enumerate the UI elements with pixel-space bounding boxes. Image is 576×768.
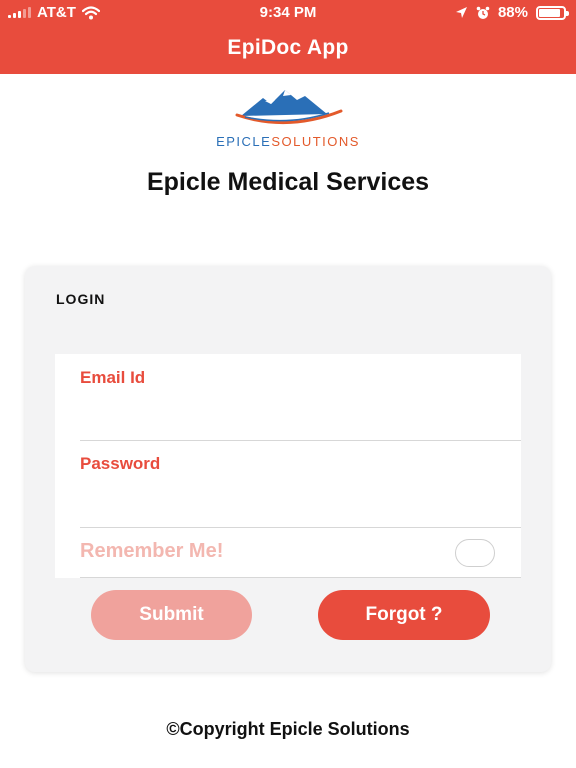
forgot-button[interactable]: Forgot ? — [318, 590, 490, 640]
battery-icon — [536, 5, 569, 20]
mountain-logo-icon — [235, 90, 343, 125]
login-card: LOGIN Email Id Password Remember Me! Sub… — [25, 266, 551, 672]
login-heading: LOGIN — [56, 291, 106, 307]
password-divider — [80, 527, 521, 528]
location-icon — [455, 7, 467, 18]
password-label: Password — [80, 454, 161, 473]
status-right: 88% — [455, 4, 569, 21]
company-title: Epicle Medical Services — [146, 168, 430, 196]
logo-text-solutions: SOLUTIONS — [271, 134, 360, 149]
status-bar: AT&T 9:34 PM 88% — [0, 0, 576, 26]
alarm-icon — [476, 6, 490, 19]
logo-text-epicle: EPICLE — [216, 134, 272, 149]
email-divider — [80, 440, 521, 441]
logo-wordmark: EPICLESOLUTIONS — [205, 134, 371, 149]
app-header: AT&T 9:34 PM 88% EpiDoc App — [0, 0, 576, 74]
remember-divider — [80, 577, 521, 578]
remember-me-label: Remember Me! — [80, 540, 224, 562]
battery-fill — [539, 8, 561, 17]
app-title: EpiDoc App — [227, 36, 349, 59]
battery-percent: 88% — [497, 4, 528, 21]
password-field[interactable] — [80, 484, 521, 512]
remember-me-toggle[interactable] — [455, 539, 495, 567]
submit-button[interactable]: Submit — [91, 590, 252, 640]
email-field[interactable] — [80, 398, 521, 426]
company-logo: EPICLESOLUTIONS — [205, 84, 371, 154]
email-label: Email Id — [80, 368, 146, 387]
copyright-text: ©Copyright Epicle Solutions — [166, 719, 410, 739]
login-form: Email Id Password Remember Me! — [55, 354, 521, 578]
